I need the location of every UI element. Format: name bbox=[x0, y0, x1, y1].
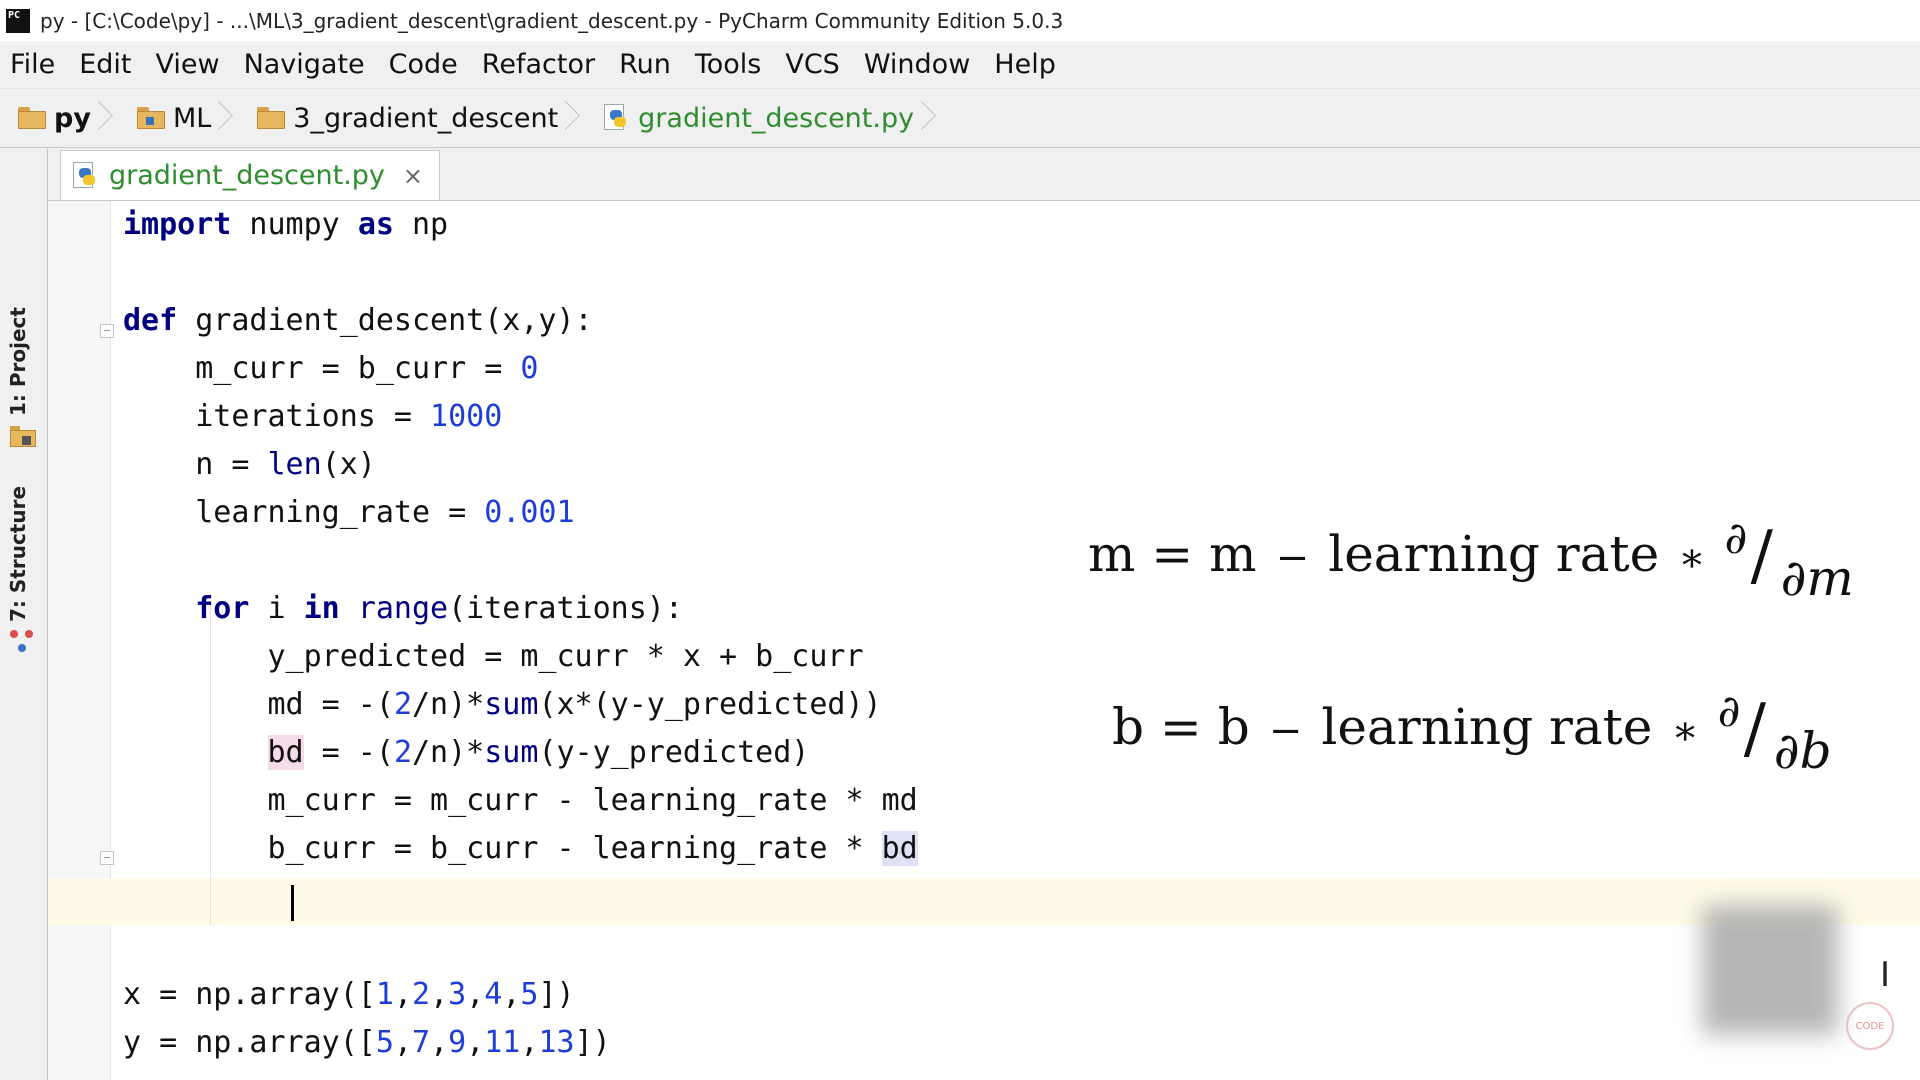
python-file-icon bbox=[604, 104, 630, 132]
breadcrumb-label: py bbox=[54, 102, 91, 134]
breadcrumb-item-folder[interactable]: 3_gradient_descent bbox=[239, 89, 586, 147]
menu-file[interactable]: File bbox=[0, 49, 67, 80]
code-line-9: for i in range(iterations): bbox=[195, 591, 683, 626]
close-icon[interactable]: × bbox=[403, 162, 423, 190]
breadcrumb-label: gradient_descent.py bbox=[638, 102, 915, 134]
tab-label: gradient_descent.py bbox=[109, 160, 385, 191]
folder-icon bbox=[257, 107, 286, 129]
title-bar: PC py - [C:\Code\py] - ...\ML\3_gradient… bbox=[0, 0, 1920, 41]
code-line-10: y_predicted = m_curr * x + b_curr bbox=[123, 639, 864, 674]
project-folder-icon[interactable] bbox=[10, 426, 36, 448]
menu-run[interactable]: Run bbox=[607, 49, 683, 80]
code-line-11: md = -(2/n)*sum(x*(y-y_predicted)) bbox=[123, 687, 882, 722]
fold-toggle-icon[interactable] bbox=[100, 324, 114, 338]
breadcrumb-item-ml[interactable]: ML bbox=[119, 89, 239, 147]
code-line-4: m_curr = b_curr = 0 bbox=[123, 351, 539, 386]
current-line-highlight bbox=[48, 878, 1920, 925]
folder-icon bbox=[18, 107, 46, 129]
menu-help[interactable]: Help bbox=[982, 49, 1068, 80]
chevron-right-icon bbox=[922, 89, 936, 147]
code-line-14: b_curr = b_curr - learning_rate * bd bbox=[123, 831, 918, 866]
chevron-right-icon bbox=[99, 89, 113, 147]
menu-navigate[interactable]: Navigate bbox=[232, 49, 377, 80]
structure-tool-tab[interactable]: 7: Structure bbox=[6, 486, 30, 622]
code-line-12: bd = -(2/n)*sum(y-y_predicted) bbox=[267, 735, 810, 770]
structure-icon[interactable] bbox=[10, 630, 36, 652]
fold-toggle-icon[interactable] bbox=[100, 851, 114, 865]
breadcrumb-item-file[interactable]: gradient_descent.py bbox=[586, 89, 942, 147]
code-line-3: def gradient_descent(x,y): bbox=[123, 303, 593, 338]
channel-watermark-logo: CODE bbox=[1846, 1002, 1894, 1050]
code-line-17: x = np.array([1,2,3,4,5]) bbox=[123, 977, 575, 1012]
menu-tools[interactable]: Tools bbox=[683, 49, 774, 80]
window-title: py - [C:\Code\py] - ...\ML\3_gradient_de… bbox=[40, 8, 1064, 33]
breadcrumb-label: 3_gradient_descent bbox=[293, 102, 559, 134]
unused-variable-highlight: bd bbox=[267, 735, 304, 770]
code-line-6: n = len(x) bbox=[123, 447, 376, 482]
pycharm-app-icon: PC bbox=[6, 8, 30, 33]
chevron-right-icon bbox=[219, 89, 233, 147]
identifier-highlight: bd bbox=[881, 831, 918, 866]
editor-tab-bar: gradient_descent.py × bbox=[48, 148, 1920, 201]
python-file-icon bbox=[73, 161, 99, 190]
breadcrumb-item-py[interactable]: py bbox=[0, 89, 119, 147]
blurred-webcam-overlay bbox=[1702, 905, 1838, 1035]
project-tool-tab[interactable]: 1: Project bbox=[6, 307, 30, 416]
code-line-18: y = np.array([5,7,9,11,13]) bbox=[123, 1025, 611, 1060]
breadcrumb-label: ML bbox=[172, 102, 212, 134]
code-editor[interactable]: import numpy as np def gradient_descent(… bbox=[48, 201, 1920, 1080]
code-line-7: learning_rate = 0.001 bbox=[123, 495, 575, 530]
module-folder-icon bbox=[136, 107, 165, 129]
menu-refactor[interactable]: Refactor bbox=[470, 49, 607, 80]
editor-gutter bbox=[48, 201, 114, 1080]
menu-edit[interactable]: Edit bbox=[67, 49, 143, 80]
menu-code[interactable]: Code bbox=[377, 49, 470, 80]
code-line-1: import numpy as np bbox=[123, 207, 449, 242]
formula-m-update: m = m − learning rate ∗ ∂ / ∂m bbox=[1088, 512, 1854, 607]
ibeam-cursor-icon: I bbox=[1880, 955, 1891, 995]
chevron-right-icon bbox=[566, 89, 580, 147]
menu-view[interactable]: View bbox=[143, 49, 231, 80]
menu-vcs[interactable]: VCS bbox=[773, 49, 851, 80]
formula-b-update: b = b − learning rate ∗ ∂ / ∂b bbox=[1112, 685, 1832, 780]
menu-window[interactable]: Window bbox=[852, 49, 982, 80]
tool-window-strip: 1: Project 7: Structure bbox=[0, 148, 48, 1080]
code-line-5: iterations = 1000 bbox=[123, 399, 503, 434]
code-line-13: m_curr = m_curr - learning_rate * md bbox=[123, 783, 918, 818]
text-caret bbox=[291, 885, 294, 921]
menu-bar: File Edit View Navigate Code Refactor Ru… bbox=[0, 41, 1920, 89]
tab-gradient-descent[interactable]: gradient_descent.py × bbox=[60, 150, 440, 200]
breadcrumb: py ML 3_gradient_descent gradient_descen… bbox=[0, 89, 1920, 148]
